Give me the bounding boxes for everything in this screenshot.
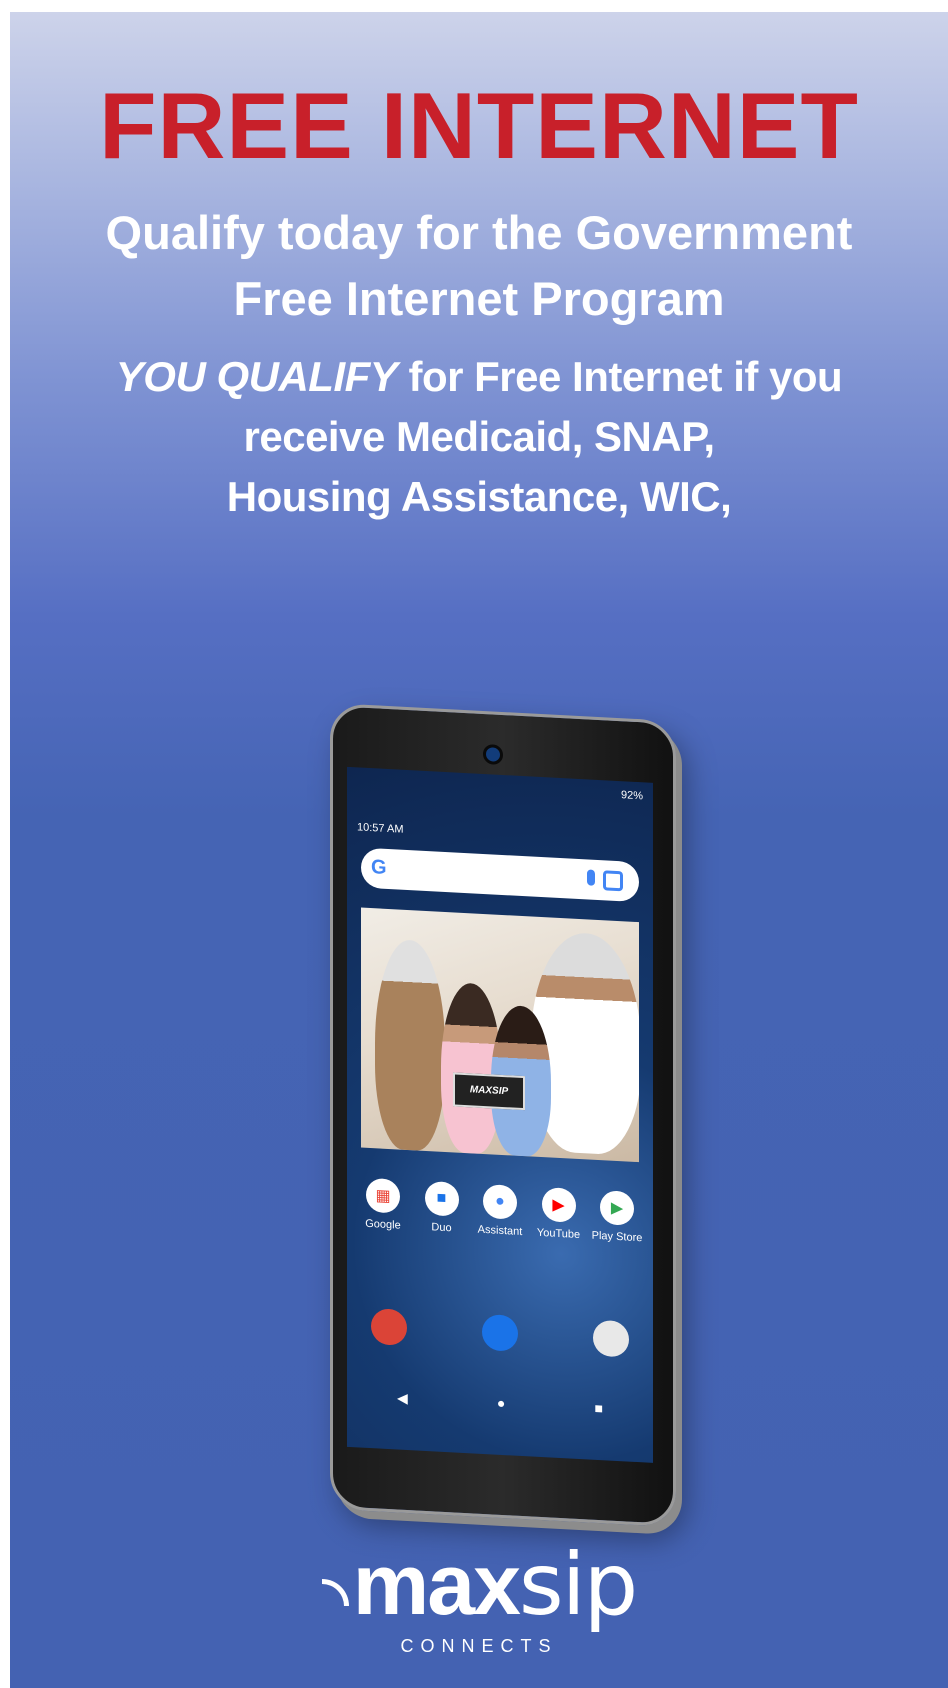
youtube-icon: ▶ [541, 1187, 576, 1223]
app-duo[interactable]: ■ Duo [414, 1180, 470, 1263]
logo-bold-part: max [352, 1537, 521, 1633]
app-google[interactable]: ▦ Google [355, 1177, 411, 1260]
signal-icon [321, 1579, 349, 1606]
front-camera-icon [483, 743, 503, 765]
tablet-screen: 92% 10:57 AM G MAXSIP ▦ Google ■ Duo ● Assist… [347, 766, 653, 1463]
google-folder-icon: ▦ [366, 1177, 400, 1214]
lens-icon[interactable] [603, 870, 623, 892]
family-photo: MAXSIP [361, 907, 639, 1163]
app-play-store[interactable]: ▶ Play Store [589, 1190, 645, 1273]
app-row: ▦ Google ■ Duo ● Assistant ▶ YouTube ▶ Play Store [355, 1177, 645, 1272]
status-bar: 92% 10:57 AM [357, 775, 643, 836]
mic-icon[interactable] [587, 869, 595, 886]
grandfather-figure [375, 938, 445, 1152]
app-youtube[interactable]: ▶ YouTube [531, 1186, 587, 1269]
logo-wordmark: maxsip [10, 1542, 948, 1628]
qualify-line3: Housing Assistance, WIC, [226, 473, 732, 520]
clock: 10:57 AM [357, 821, 404, 836]
tablet-device: 92% 10:57 AM G MAXSIP ▦ Google ■ Duo ● Assist… [330, 702, 676, 1528]
advertisement: FREE INTERNET Qualify today for the Gove… [10, 12, 948, 1688]
battery-level: 92% [620, 789, 643, 803]
headline: FREE INTERNET [99, 73, 859, 178]
logo-tagline: CONNECTS [400, 1636, 558, 1656]
app-label: Assistant [477, 1223, 523, 1239]
qualify-emphasis: YOU QUALIFY [115, 353, 398, 400]
app-label: Duo [431, 1221, 452, 1235]
camera-icon[interactable] [593, 1319, 629, 1358]
app-assistant[interactable]: ● Assistant [472, 1183, 528, 1266]
play-store-icon: ▶ [600, 1190, 634, 1226]
app-label: Google [365, 1217, 401, 1232]
subhead-line2: Free Internet Program [233, 272, 725, 325]
dock [371, 1308, 629, 1372]
eligibility-text: YOU QUALIFY for Free Internet if you rec… [10, 347, 948, 527]
app-label: YouTube [536, 1226, 581, 1242]
home-icon[interactable]: ● [497, 1395, 505, 1412]
logo-thin-part: sip [518, 1535, 638, 1635]
google-g-icon: G [371, 856, 387, 879]
qualify-line1-rest: for Free Internet if you [397, 353, 843, 400]
duo-icon: ■ [424, 1180, 459, 1217]
navigation-bar: ◀ ● ■ [397, 1389, 603, 1417]
qualify-line2: receive Medicaid, SNAP, [243, 413, 715, 460]
subhead-line1: Qualify today for the Government [105, 206, 853, 259]
assistant-icon: ● [483, 1183, 517, 1220]
back-icon[interactable]: ◀ [397, 1389, 408, 1407]
subheadline: Qualify today for the Government Free In… [10, 200, 948, 332]
contacts-icon[interactable] [482, 1313, 518, 1352]
maxsip-logo: maxsip CONNECTS [10, 1542, 948, 1657]
app-label: Play Store [591, 1229, 643, 1245]
google-search-bar[interactable]: G [361, 847, 639, 903]
qualify-line1: YOU QUALIFY for Free Internet if you [10, 347, 948, 407]
chrome-icon[interactable] [371, 1308, 407, 1346]
mini-tablet-brand: MAXSIP [453, 1072, 525, 1111]
recents-icon[interactable]: ■ [595, 1400, 603, 1417]
